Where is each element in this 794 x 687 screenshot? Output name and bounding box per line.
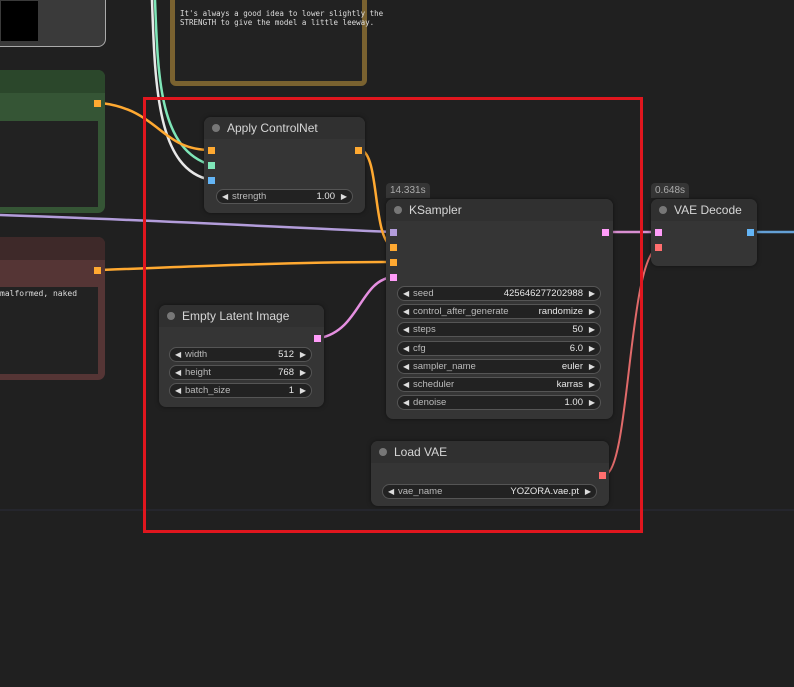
image-output-slot[interactable] xyxy=(747,229,754,236)
prompt-textarea[interactable]: malformed, naked xyxy=(0,287,98,374)
title-text: VAE Decode xyxy=(674,203,742,217)
prompt-text: malformed, naked xyxy=(0,289,78,298)
image-preview-node[interactable] xyxy=(0,0,106,47)
samples-input-slot[interactable] xyxy=(655,229,662,236)
highlight-box xyxy=(143,97,643,533)
positive-prompt-node[interactable] xyxy=(0,70,105,213)
execution-time-badge: 0.648s xyxy=(651,183,690,198)
vae-input-slot[interactable] xyxy=(655,244,662,251)
conditioning-output-slot[interactable] xyxy=(94,267,101,274)
prompt-textarea[interactable] xyxy=(0,121,98,207)
conditioning-output-slot[interactable] xyxy=(94,100,101,107)
negative-prompt-node[interactable]: malformed, naked xyxy=(0,237,105,380)
vae-decode-node[interactable]: VAE Decode xyxy=(651,199,757,266)
node-title: VAE Decode xyxy=(651,199,757,221)
image-preview xyxy=(1,1,38,41)
collapse-dot-icon[interactable] xyxy=(659,206,667,214)
note-node[interactable]: It's always a good idea to lower slightl… xyxy=(170,0,383,86)
note-text: It's always a good idea to lower slightl… xyxy=(180,9,384,27)
